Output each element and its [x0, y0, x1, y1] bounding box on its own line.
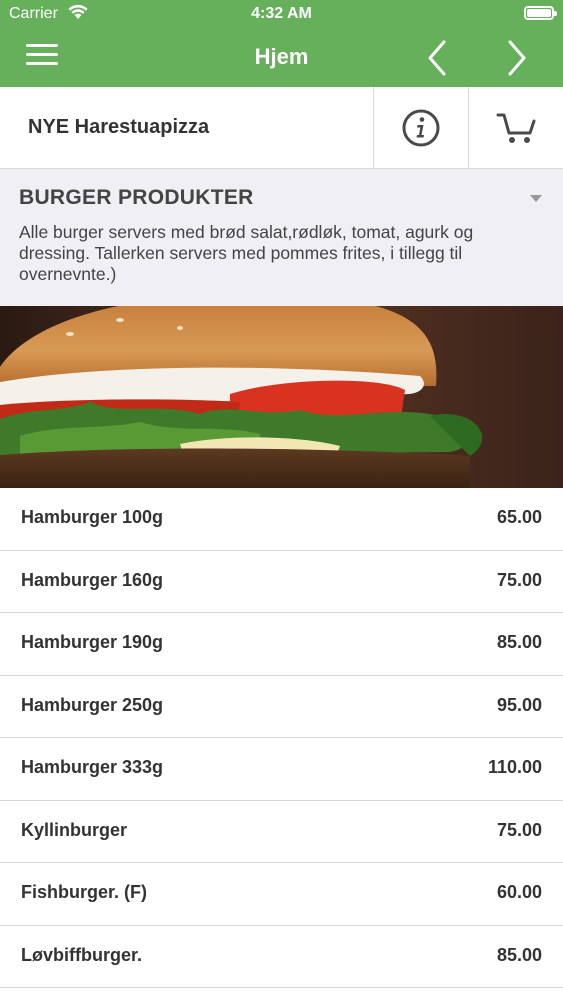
item-price: 75.00 [496, 569, 542, 590]
top-bar: Carrier 4:32 AM Hjem [0, 0, 563, 87]
item-name: Hamburger 250g [21, 694, 164, 715]
status-bar: Carrier 4:32 AM [0, 0, 563, 30]
menu-item-row[interactable]: Hamburger 190g 85.00 [0, 613, 563, 676]
item-price: 85.00 [496, 632, 542, 652]
menu-item-row[interactable]: Kyllinburger 75.00 [0, 800, 563, 863]
menu-item-row[interactable]: Løvbiffburger. 85.00 [0, 925, 563, 988]
category-description: Alle burger servers med brød salat,rødlø… [19, 222, 474, 284]
item-name: Løvbiffburger. [21, 944, 142, 965]
item-name: Hamburger 190g [21, 632, 164, 652]
menu-item-row[interactable]: Hamburger 250g 95.00 [0, 675, 563, 738]
page-title: Hjem [254, 44, 309, 69]
item-price: 110.00 [487, 757, 542, 777]
menu-item-row[interactable]: Fishburger. (F) 60.00 [0, 863, 563, 926]
item-name: Hamburger 100g [21, 507, 164, 527]
item-price: 75.00 [496, 819, 542, 840]
restaurant-name: NYE Harestuapizza [28, 116, 210, 138]
info-button[interactable] [373, 87, 467, 168]
item-price: 60.00 [496, 882, 542, 902]
caret-down-icon[interactable] [530, 195, 542, 202]
item-name: Hamburger 333g [21, 757, 164, 777]
restaurant-header: NYE Harestuapizza [0, 87, 563, 169]
category-image [0, 306, 563, 488]
item-name: Kyllinburger [21, 819, 128, 840]
chevron-right-icon[interactable] [498, 38, 534, 78]
category-header[interactable]: BURGER PRODUKTER Alle burger servers med… [0, 169, 563, 306]
item-name: Fishburger. (F) [21, 882, 147, 902]
cart-button[interactable] [468, 87, 562, 168]
item-price: 65.00 [496, 507, 542, 527]
chevron-left-icon[interactable] [420, 38, 456, 78]
item-price: 95.00 [496, 694, 542, 715]
category-title: BURGER PRODUKTER [19, 186, 254, 209]
menu-item-row[interactable]: Hamburger 160g 75.00 [0, 550, 563, 613]
item-price: 85.00 [496, 944, 542, 965]
clock: 4:32 AM [251, 5, 312, 22]
menu-list: Hamburger 100g 65.00 Hamburger 160g 75.0… [0, 488, 563, 988]
item-name: Hamburger 160g [21, 569, 164, 590]
navigation-bar: Hjem [0, 30, 563, 87]
menu-item-row[interactable]: Hamburger 333g 110.00 [0, 738, 563, 801]
battery-icon [524, 6, 557, 20]
menu-item-row[interactable]: Hamburger 100g 65.00 [0, 488, 563, 551]
